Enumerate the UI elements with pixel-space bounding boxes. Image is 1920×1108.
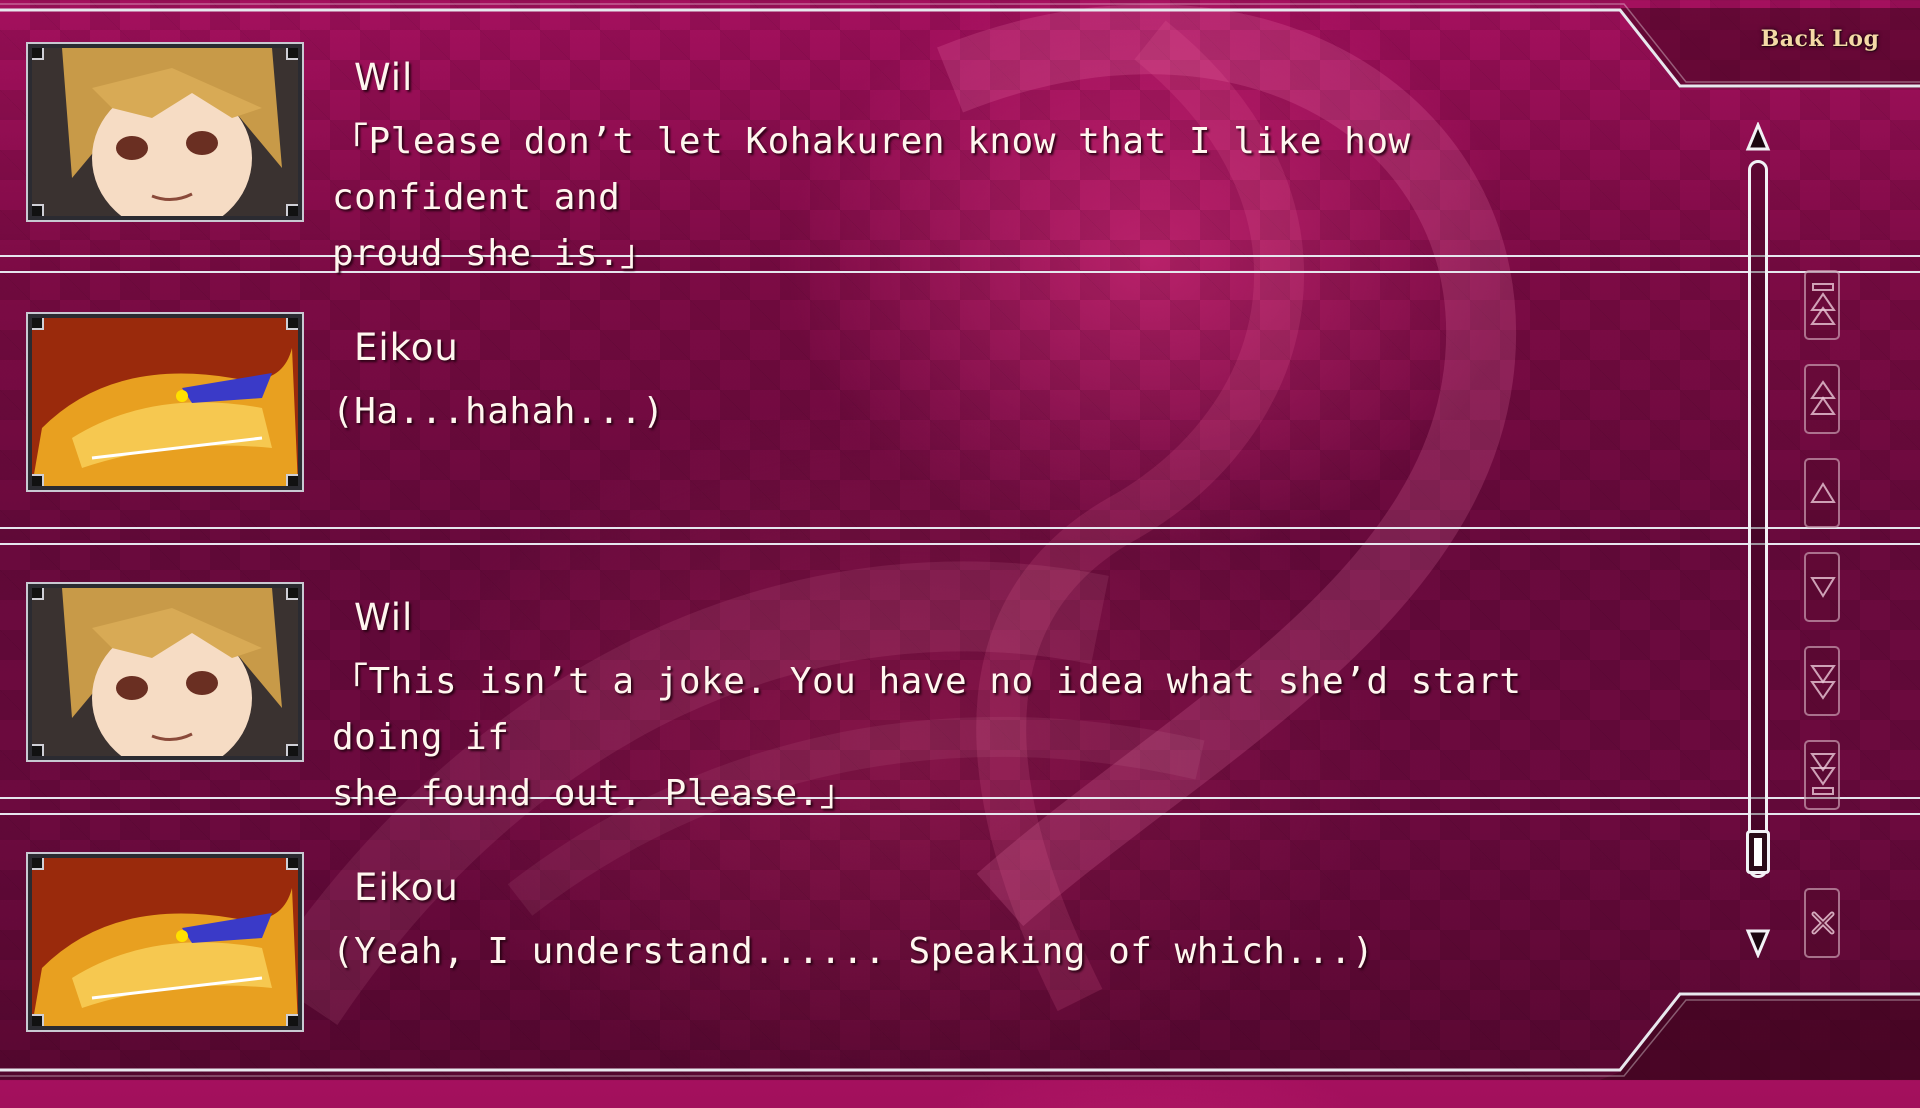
close-button[interactable]	[1804, 888, 1840, 958]
line-up-button[interactable]	[1804, 458, 1840, 528]
scroll-to-bottom-button[interactable]	[1804, 740, 1840, 810]
eikou-dragon-portrait-icon	[26, 852, 304, 1032]
line-down-button[interactable]	[1804, 552, 1840, 622]
page-up-button[interactable]	[1804, 364, 1840, 434]
double-down-bar-icon	[1810, 753, 1836, 795]
double-down-icon	[1810, 665, 1836, 700]
wil-portrait-icon	[26, 582, 304, 762]
page-down-button[interactable]	[1804, 646, 1840, 716]
dialogue-text: 「Please don’t let Kohakuren know that I …	[332, 121, 1411, 274]
dialogue-text: 「This isn’t a joke. You have no idea wha…	[332, 661, 1522, 814]
down-icon	[1810, 577, 1836, 598]
up-icon	[1810, 482, 1836, 503]
log-entry[interactable]: Eikou (Ha...hahah...)	[0, 298, 1740, 568]
speaker-name: Eikou	[354, 866, 459, 909]
backlog-title: Back Log	[1760, 26, 1880, 52]
double-up-bar-icon	[1810, 283, 1836, 325]
dialogue-text: (Ha...hahah...)	[332, 391, 665, 432]
log-entry[interactable]: Eikou (Yeah, I understand...... Speaking…	[0, 838, 1740, 1108]
wil-portrait-icon	[26, 42, 304, 222]
speaker-name: Wil	[354, 56, 414, 99]
log-entry[interactable]: Wil 「This isn’t a joke. You have no idea…	[0, 568, 1740, 838]
double-up-icon	[1810, 380, 1836, 415]
eikou-dragon-portrait-icon	[26, 312, 304, 492]
speaker-name: Eikou	[354, 326, 459, 369]
scrollbar-thumb[interactable]	[1746, 830, 1770, 874]
scrollbar-track[interactable]	[1748, 160, 1768, 878]
scroll-down-arrow-icon[interactable]	[1744, 928, 1772, 958]
scroll-up-arrow-icon[interactable]	[1744, 122, 1772, 152]
close-icon	[1811, 911, 1835, 935]
scroll-to-top-button[interactable]	[1804, 270, 1840, 340]
log-entry[interactable]: Wil 「Please don’t let Kohakuren know tha…	[0, 28, 1740, 298]
speaker-name: Wil	[354, 596, 414, 639]
dialogue-text: (Yeah, I understand...... Speaking of wh…	[332, 931, 1375, 972]
